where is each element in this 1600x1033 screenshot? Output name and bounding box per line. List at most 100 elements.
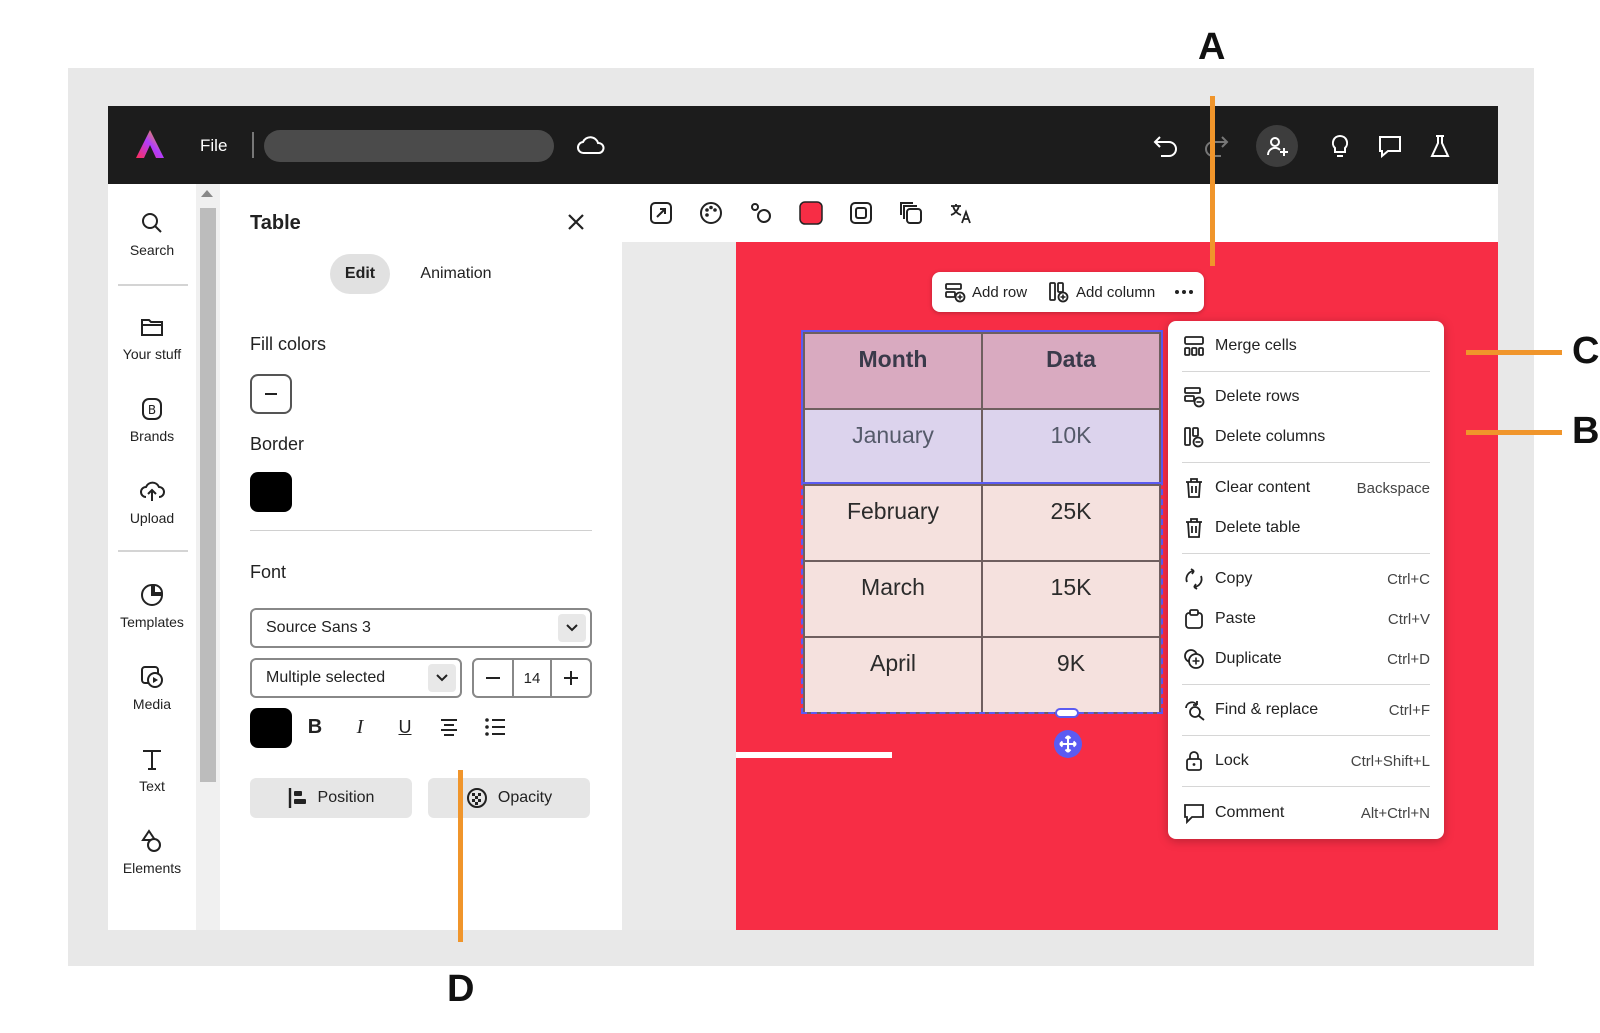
data-table[interactable]: Month Data January 10K February 25K Marc…	[803, 332, 1161, 714]
close-icon[interactable]	[566, 212, 586, 232]
menu-item-delete-rows[interactable]: Delete rows	[1182, 382, 1430, 412]
brands-icon: B	[142, 398, 162, 420]
palette-icon[interactable]	[696, 198, 726, 228]
annotation-label-a: A	[1198, 26, 1226, 68]
table-cell[interactable]: 10K	[981, 408, 1161, 486]
rail-item-your-stuff[interactable]: Your stuff	[108, 314, 196, 362]
opacity-label: Opacity	[497, 789, 553, 806]
fill-color-none-button[interactable]	[250, 374, 292, 414]
context-menu: Merge cells Delete rows Delete columns C…	[1168, 321, 1444, 839]
font-weight-select[interactable]: Multiple selected	[250, 658, 462, 698]
add-column-icon	[1049, 282, 1069, 303]
delete-columns-icon	[1182, 425, 1206, 449]
tab-animation[interactable]: Animation	[406, 254, 506, 294]
shape-effects-icon[interactable]	[746, 198, 776, 228]
menu-item-lock[interactable]: Lock Ctrl+Shift+L	[1182, 746, 1430, 776]
scroll-up-arrow-icon[interactable]	[201, 190, 213, 197]
decrease-font-size-button[interactable]	[474, 660, 512, 696]
position-label: Position	[317, 789, 375, 806]
menu-item-paste[interactable]: Paste Ctrl+V	[1182, 604, 1430, 634]
table-header-row[interactable]: Month Data	[803, 332, 1161, 410]
menu-item-comment[interactable]: Comment Alt+Ctrl+N	[1182, 798, 1430, 828]
invite-user-icon[interactable]	[1256, 125, 1298, 167]
table-cell[interactable]: Data	[981, 332, 1161, 410]
opacity-button[interactable]: Opacity	[428, 778, 590, 818]
table-cell[interactable]: February	[803, 484, 983, 562]
comment-icon[interactable]	[1372, 128, 1408, 164]
undo-icon[interactable]	[1148, 128, 1184, 164]
menu-item-delete-table[interactable]: Delete table	[1182, 513, 1430, 543]
flask-icon[interactable]	[1422, 128, 1458, 164]
redo-icon[interactable]	[1198, 128, 1234, 164]
lightbulb-icon[interactable]	[1322, 128, 1358, 164]
menu-item-duplicate[interactable]: Duplicate Ctrl+D	[1182, 644, 1430, 674]
document-name-field[interactable]	[264, 130, 554, 162]
menu-item-label: Delete columns	[1215, 428, 1326, 445]
resize-handle[interactable]	[1055, 708, 1079, 718]
rail-item-label: Text	[139, 778, 165, 794]
text-color-swatch[interactable]	[250, 708, 292, 748]
table-row[interactable]: February 25K	[803, 484, 1161, 562]
rail-item-upload[interactable]: Upload	[108, 478, 196, 526]
annotation-line-a	[1210, 96, 1215, 266]
annotation-label-b: B	[1572, 410, 1600, 452]
font-size-stepper[interactable]: 14	[472, 658, 592, 698]
bullet-list-icon[interactable]	[480, 712, 510, 742]
border-color-swatch[interactable]	[250, 472, 292, 512]
add-row-button[interactable]: Add row	[944, 272, 1027, 312]
rail-item-templates[interactable]: Templates	[108, 582, 196, 630]
table-cell[interactable]: Month	[803, 332, 983, 410]
rail-item-media[interactable]: Media	[108, 664, 196, 712]
font-size-value[interactable]: 14	[512, 660, 552, 696]
rail-item-brands[interactable]: B Brands	[108, 396, 196, 444]
border-style-icon[interactable]	[846, 198, 876, 228]
translate-icon[interactable]	[946, 198, 976, 228]
table-row[interactable]: March 15K	[803, 560, 1161, 638]
move-icon[interactable]	[1054, 730, 1082, 758]
table-cell[interactable]: 9K	[981, 636, 1161, 714]
font-family-select[interactable]: Source Sans 3	[250, 608, 592, 648]
table-cell[interactable]: 25K	[981, 484, 1161, 562]
table-cell[interactable]: March	[803, 560, 983, 638]
position-icon	[288, 788, 306, 808]
add-column-button[interactable]: Add column	[1048, 272, 1155, 312]
menu-item-merge-cells[interactable]: Merge cells	[1182, 331, 1430, 361]
table-cell[interactable]: January	[803, 408, 983, 486]
rail-item-elements[interactable]: Elements	[108, 828, 196, 876]
menu-item-copy[interactable]: Copy Ctrl+C	[1182, 564, 1430, 594]
increase-font-size-button[interactable]	[552, 660, 590, 696]
underline-button[interactable]: U	[390, 712, 420, 742]
menu-item-label: Clear content	[1215, 479, 1311, 496]
app-window: File Search Your stuff B Brands Upload T…	[108, 106, 1498, 930]
folder-icon	[141, 319, 163, 336]
fill-color-icon[interactable]	[796, 198, 826, 228]
menu-item-clear-content[interactable]: Clear content Backspace	[1182, 473, 1430, 503]
italic-button[interactable]: I	[345, 712, 375, 742]
table-row[interactable]: April 9K	[803, 636, 1161, 714]
divider	[1182, 786, 1430, 787]
rail-item-search[interactable]: Search	[108, 210, 196, 258]
rail-item-label: Upload	[129, 510, 175, 526]
menu-item-find-replace[interactable]: Find & replace Ctrl+F	[1182, 695, 1430, 725]
more-options-icon[interactable]	[1174, 272, 1194, 312]
table-cell[interactable]: April	[803, 636, 983, 714]
app-logo-icon[interactable]	[134, 128, 166, 160]
font-family-value: Source Sans 3	[266, 619, 371, 636]
position-button[interactable]: Position	[250, 778, 412, 818]
table-row[interactable]: January 10K	[803, 408, 1161, 486]
cloud-sync-icon[interactable]	[576, 132, 606, 158]
bold-button[interactable]: B	[300, 712, 330, 742]
rail-scrollbar-thumb[interactable]	[200, 208, 216, 782]
align-center-icon[interactable]	[434, 712, 464, 742]
paste-icon	[1182, 607, 1206, 631]
resize-icon[interactable]	[646, 198, 676, 228]
rail-item-label: Elements	[122, 860, 182, 876]
duplicate-layer-icon[interactable]	[896, 198, 926, 228]
rail-item-text[interactable]: Text	[108, 746, 196, 794]
table-cell[interactable]: 15K	[981, 560, 1161, 638]
lock-icon	[1182, 749, 1206, 773]
file-menu[interactable]: File	[200, 136, 227, 156]
tab-edit[interactable]: Edit	[330, 254, 390, 294]
shortcut-label: Ctrl+F	[1388, 701, 1430, 719]
menu-item-delete-columns[interactable]: Delete columns	[1182, 422, 1430, 452]
